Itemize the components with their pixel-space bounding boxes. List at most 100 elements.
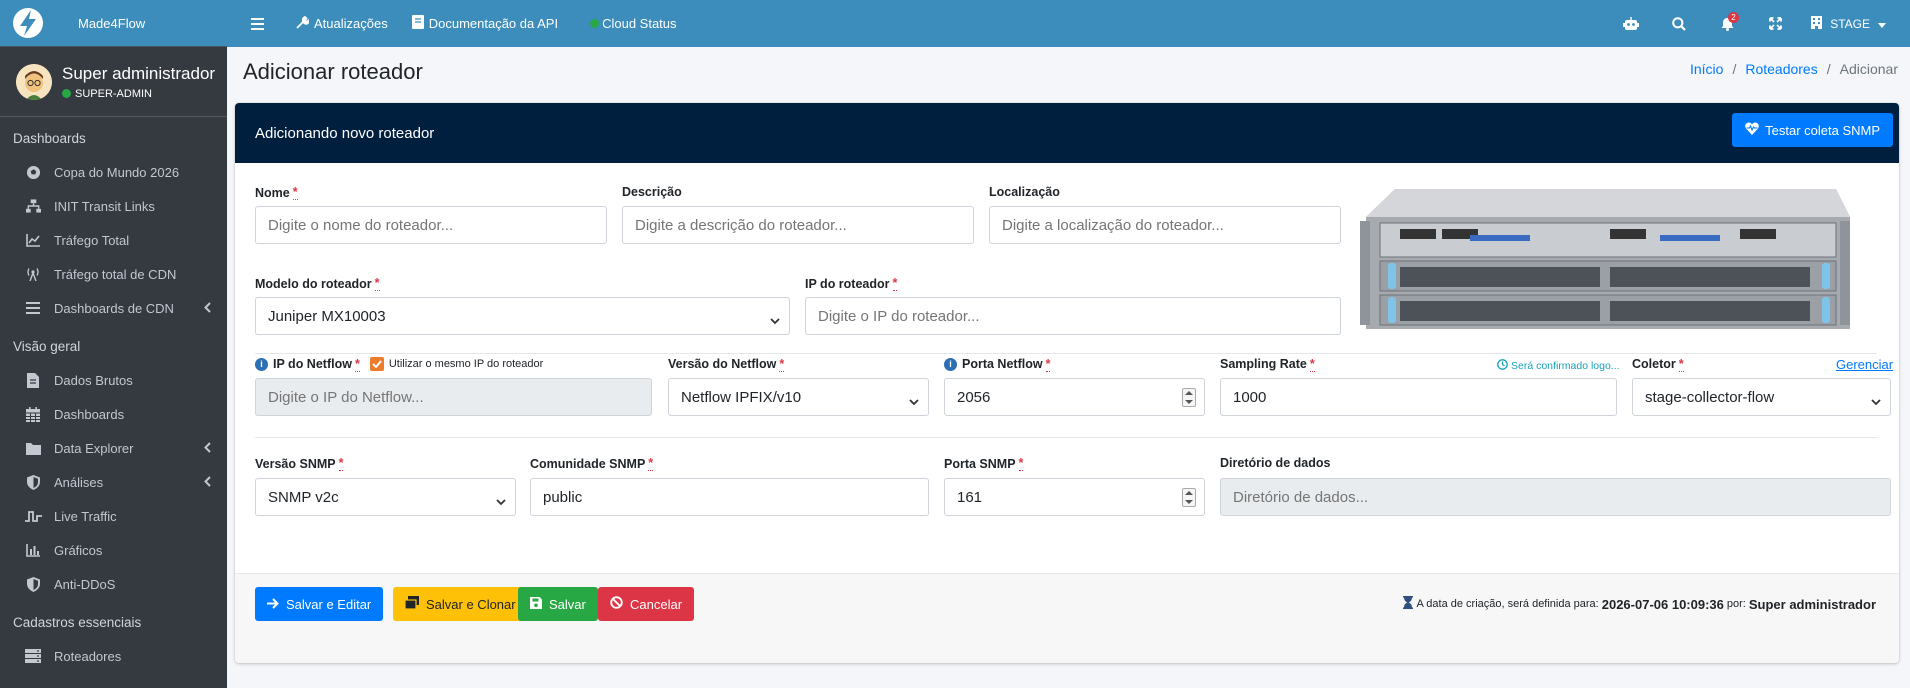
same-ip-checkbox[interactable] (369, 357, 384, 371)
user-panel[interactable]: Super administrador SUPER-ADMIN (0, 47, 227, 117)
card-title: Adicionando novo roteador (255, 124, 435, 142)
chevron-down-icon (496, 493, 506, 510)
sidebar-item-copa[interactable]: Copa do Mundo 2026 (0, 155, 227, 189)
sidebar-item-roteadores[interactable]: Roteadores (0, 639, 227, 673)
user-role: SUPER-ADMIN (62, 88, 215, 100)
building-icon (1811, 15, 1823, 32)
broadcast-tower-icon (24, 267, 42, 281)
soccer-ball-icon (24, 165, 42, 180)
chevron-left-icon (204, 475, 211, 490)
nome-input[interactable] (255, 206, 607, 244)
info-icon: i (944, 357, 957, 371)
nav-header-cadastros: Cadastros essenciais (13, 615, 142, 630)
nome-label: Nome * (255, 185, 298, 200)
ip-netflow-input[interactable] (255, 378, 652, 416)
floppy-disk-icon (530, 596, 549, 612)
router-image (1360, 187, 1850, 333)
heartbeat-icon (1745, 122, 1765, 138)
localizacao-label: Localização (989, 185, 1060, 199)
creation-user: Super administrador (1748, 596, 1876, 612)
sidebar-item-trafego-cdn[interactable]: Tráfego total de CDN (0, 257, 227, 291)
sampling-rate-label: Sampling Rate * (1220, 356, 1315, 372)
card-header: Adicionando novo roteador Testar coleta … (235, 103, 1899, 163)
porta-snmp-input[interactable]: 161 (944, 478, 1205, 516)
modelo-label: Modelo do roteador * (255, 276, 380, 291)
nav-header-dashboards: Dashboards (13, 131, 86, 146)
versao-snmp-label: Versão SNMP * (255, 456, 344, 471)
sidebar-item-graficos[interactable]: Gráficos (0, 533, 227, 567)
localizacao-input[interactable] (989, 206, 1341, 244)
coletor-select[interactable]: stage-collector-flow (1632, 378, 1891, 416)
sidebar-item-anti-ddos[interactable]: Anti-DDoS (0, 567, 227, 601)
brand-name: Made4Flow (78, 15, 146, 31)
server-icon (24, 649, 42, 663)
save-clone-button[interactable]: Salvar e Clonar (393, 587, 528, 621)
sampling-rate-input[interactable]: 1000 (1220, 378, 1617, 416)
sidebar-item-init-transit[interactable]: INIT Transit Links (0, 189, 227, 223)
creation-info: A data de criação, será definida para: 2… (1402, 596, 1880, 612)
versao-snmp-select[interactable]: SNMP v2c (255, 478, 516, 516)
cancel-button[interactable]: Cancelar (598, 587, 695, 621)
clone-icon (404, 596, 426, 612)
save-button[interactable]: Salvar (518, 587, 598, 621)
gerenciar-link[interactable]: Gerenciar (1836, 357, 1893, 372)
avatar (16, 63, 52, 100)
breadcrumb: Início / Roteadores / Adicionar (1689, 61, 1898, 77)
book-icon (411, 15, 429, 32)
nav-link-atualizacoes[interactable]: Atualizações (296, 15, 388, 32)
sidebar-item-live-traffic[interactable]: Live Traffic (0, 499, 227, 533)
porta-netflow-input[interactable]: 2056 (944, 378, 1205, 416)
porta-snmp-label: Porta SNMP * (944, 456, 1024, 471)
sidebar-item-dashboards[interactable]: Dashboards (0, 397, 227, 431)
sidebar-item-trafego-total[interactable]: Tráfego Total (0, 223, 227, 257)
top-navbar: Atualizações Documentação da API Cloud S… (227, 0, 1910, 47)
page-title: Adicionar roteador (243, 59, 423, 84)
number-spinner-icon[interactable] (1182, 488, 1196, 507)
wave-icon (24, 510, 42, 523)
form-footer: Salvar e Editar Salvar e Clonar Salvar C… (235, 573, 1899, 663)
fullscreen-icon[interactable] (1755, 17, 1795, 30)
porta-netflow-label: i Porta Netflow * (944, 356, 1051, 372)
network-icon (24, 199, 42, 213)
robot-icon[interactable] (1611, 16, 1651, 31)
comunidade-snmp-input[interactable]: public (530, 478, 929, 516)
search-icon[interactable] (1659, 16, 1699, 31)
ban-icon (610, 596, 630, 612)
info-icon: i (255, 357, 268, 371)
sidebar-item-analises[interactable]: Análises (0, 465, 227, 499)
sidebar-item-data-explorer[interactable]: Data Explorer (0, 431, 227, 465)
descricao-label: Descrição (622, 185, 682, 199)
diretorio-input[interactable] (1220, 478, 1891, 516)
sampling-confirm-hint: Será confirmado logo... (1497, 359, 1620, 373)
divider (255, 437, 1877, 438)
nav-link-cloud-status[interactable]: Cloud Status (590, 16, 677, 31)
breadcrumb-roteadores[interactable]: Roteadores (1745, 61, 1817, 77)
versao-netflow-select[interactable]: Netflow IPFIX/v10 (668, 378, 929, 416)
environment-dropdown[interactable]: STAGE (1807, 15, 1890, 32)
file-icon (24, 372, 42, 388)
divider (255, 353, 1877, 354)
shield-icon (24, 576, 42, 592)
nav-link-documentacao-api[interactable]: Documentação da API (411, 15, 558, 32)
notifications-bell-icon[interactable]: 2 (1707, 11, 1747, 31)
main-content: Adicionar roteador Início / Roteadores /… (227, 47, 1910, 688)
creation-date: 2026-07-06 10:09:36 (1601, 596, 1724, 612)
menu-toggle-icon[interactable] (251, 17, 269, 30)
ip-roteador-input[interactable] (805, 297, 1341, 335)
brand[interactable]: Made4Flow (0, 0, 227, 47)
modelo-select[interactable]: Juniper MX10003 (255, 297, 790, 335)
coletor-label: Coletor * (1632, 356, 1684, 372)
hourglass-icon (1402, 596, 1413, 612)
same-ip-checkbox-label[interactable]: Utilizar o mesmo IP do roteador (389, 358, 543, 370)
save-edit-button[interactable]: Salvar e Editar (255, 587, 384, 621)
sidebar-item-dados-brutos[interactable]: Dados Brutos (0, 363, 227, 397)
number-spinner-icon[interactable] (1182, 388, 1196, 407)
sidebar-item-dashboards-cdn[interactable]: Dashboards de CDN (0, 291, 227, 325)
status-dot-icon (590, 19, 600, 28)
descricao-input[interactable] (622, 206, 974, 244)
comunidade-snmp-label: Comunidade SNMP * (530, 456, 654, 471)
test-snmp-button[interactable]: Testar coleta SNMP (1732, 113, 1893, 147)
wrench-icon (296, 15, 314, 32)
breadcrumb-inicio[interactable]: Início (1690, 61, 1723, 77)
chart-line-icon (24, 233, 42, 247)
